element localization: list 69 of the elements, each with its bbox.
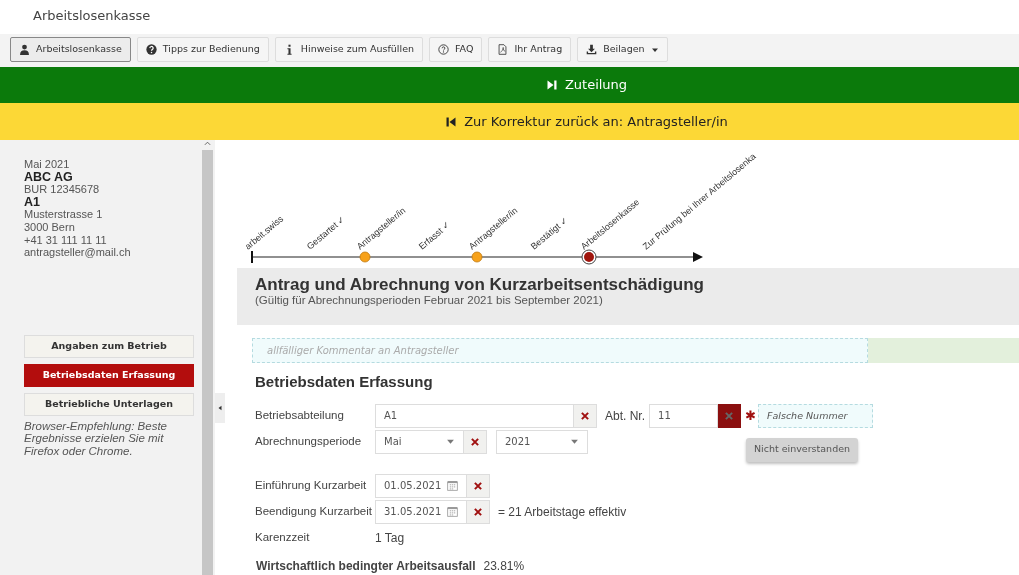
sidebar-nav-button[interactable]: Betriebliche Unterlagen: [24, 392, 194, 416]
sidebar-nav-button[interactable]: Angaben zum Betrieb: [24, 334, 194, 358]
pdf-document-icon: [497, 44, 509, 55]
caret-icon: [446, 437, 455, 446]
sidebar-info-line: +41 31 111 11 11: [24, 233, 108, 247]
dropdown[interactable]: Mai: [375, 429, 464, 454]
timeline-start-tick: [251, 250, 253, 264]
calendar-icon: [447, 480, 458, 491]
close-icon: [473, 480, 483, 491]
working-days-text: = 21 Arbeitstage effektiv: [498, 503, 627, 521]
sidebar-info-line: A1: [24, 195, 41, 209]
page-title: Arbeitslosenkasse: [32, 7, 152, 25]
toolbar-button[interactable]: Beilagen: [577, 37, 668, 62]
toolbar-button[interactable]: Hinweise zum Ausfüllen: [274, 37, 423, 62]
required-mark: ✱: [745, 406, 756, 425]
toolbar-button[interactable]: Tipps zur Bedienung: [136, 37, 269, 62]
scroll-up-icon: [204, 140, 211, 147]
help-icon: [438, 44, 449, 55]
current-step-marker: [581, 249, 597, 265]
sidebar-info-line: BUR 12345678: [24, 183, 101, 196]
comment-field[interactable]: Falsche Nummer: [758, 403, 873, 428]
skip-back-icon: [445, 115, 458, 128]
date-field[interactable]: 31.05.2021: [375, 499, 467, 524]
skip-forward-icon: [545, 79, 558, 91]
download-icon: [586, 44, 598, 55]
text-field[interactable]: 11: [649, 403, 718, 428]
close-icon: [580, 410, 590, 421]
step-dot: [471, 251, 483, 263]
field-label: Beendigung Kurzarbeit: [254, 503, 373, 519]
sidebar-info-line: 3000 Bern: [24, 220, 76, 234]
collapse-arrow-icon: [217, 404, 223, 412]
field-label: Karenzzeit: [254, 529, 311, 545]
waiting-period-value: 1 Tag: [375, 529, 405, 547]
sidebar-info-line: Mai 2021: [24, 158, 71, 171]
back-button[interactable]: Zur Korrektur zurück an: Antragsteller/in: [0, 103, 1019, 140]
comment-field[interactable]: allfälliger Kommentar an Antragsteller: [252, 338, 868, 363]
toolbar-button[interactable]: Arbeitslosenkasse: [10, 37, 131, 62]
sidebar-nav-button[interactable]: Betriebsdaten Erfassung: [24, 363, 194, 387]
sidebar-info-line: Musterstrasse 1: [24, 208, 104, 221]
close-icon: [473, 506, 483, 517]
caret-icon: [570, 437, 579, 446]
disagree-button[interactable]: Nicht einverstanden: [746, 437, 858, 462]
sidebar-info-line: antragsteller@mail.ch: [24, 246, 132, 259]
close-icon: [470, 436, 480, 447]
sidebar-info-line: ABC AG: [24, 170, 74, 184]
browser-note: Browser-Empfehlung: Beste Ergebnisse erzielen Sie mit Firefox oder Chrome.: [24, 419, 168, 458]
field-label: Wirtschaftlich bedingter Arbeitsausfall: [255, 557, 476, 575]
step-dot: [359, 251, 371, 263]
forward-button[interactable]: Zuteilung: [0, 67, 1019, 103]
close-icon: [724, 410, 734, 421]
dropdown[interactable]: 2021: [496, 429, 588, 454]
page-heading: Antrag und Abrechnung von Kurzarbeitsentschädigung: [255, 276, 705, 294]
page-subheading: (Gültig für Abrechnungsperioden Februar 2021 bis September 2021): [255, 294, 604, 306]
toolbar-button[interactable]: FAQ: [429, 37, 483, 62]
section-title: Betriebsdaten Erfassung: [255, 372, 434, 392]
user-icon: [19, 44, 30, 55]
collapse-handle[interactable]: [215, 393, 225, 423]
field-label: Abt. Nr.: [605, 407, 645, 425]
field-label: Betriebsabteilung: [254, 407, 345, 423]
scrollbar[interactable]: [200, 140, 215, 575]
calendar-icon: [447, 506, 458, 517]
field-label: Einführung Kurzarbeit: [254, 477, 368, 493]
clear-button[interactable]: [718, 403, 741, 428]
text-field[interactable]: A1: [375, 403, 574, 428]
toolbar-button[interactable]: Ihr Antrag: [488, 37, 572, 62]
help-icon: [145, 44, 157, 55]
percentage-value: 23.81%: [483, 557, 525, 575]
date-field[interactable]: 01.05.2021: [375, 473, 467, 498]
field-label: Abrechnungsperiode: [254, 433, 363, 449]
